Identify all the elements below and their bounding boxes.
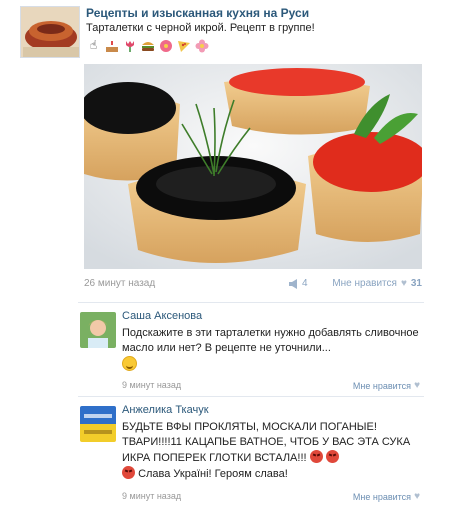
comment-author-link[interactable]: Анжелика Ткачук — [122, 404, 209, 416]
comment: Анжелика Ткачук БУДЬТЕ ВФЫ ПРОКЛЯТЫ, МОС… — [78, 398, 424, 510]
angry-face-icon — [309, 450, 323, 463]
post-footer: 26 минут назад 4 Мне нравится ♥ 31 — [84, 276, 422, 292]
comment-text: БУДЬТЕ ВФЫ ПРОКЛЯТЫ, МОСКАЛИ ПОГАНЫЕ! ТВ… — [122, 420, 422, 482]
tulip-icon — [122, 38, 137, 53]
comment-like-label: Мне нравится — [352, 491, 412, 502]
post-author-link[interactable]: Рецепты и изысканная кухня на Руси — [86, 6, 309, 20]
comment-body: БУДЬТЕ ВФЫ ПРОКЛЯТЫ, МОСКАЛИ ПОГАНЫЕ! ТВ… — [122, 421, 411, 464]
post-emoji-row: ☝ — [86, 38, 209, 53]
comment-like-button[interactable]: Мне нравится ♥ — [353, 380, 420, 391]
avatar[interactable] — [80, 406, 116, 442]
comment-like-button[interactable]: Мне нравится ♥ — [353, 491, 420, 502]
heart-icon: ♥ — [414, 491, 420, 502]
comment-time[interactable]: 9 минут назад — [122, 380, 181, 390]
post-photo[interactable] — [84, 64, 422, 269]
comment-author-link[interactable]: Саша Аксенова — [122, 310, 202, 322]
wall-post: Рецепты и изысканная кухня на Руси Тарта… — [0, 0, 464, 302]
angry-face-icon — [325, 450, 339, 463]
like-button[interactable]: Мне нравится ♥ 31 — [332, 278, 422, 289]
group-avatar[interactable] — [20, 6, 80, 58]
comment-body: Подскажите в эти тарталетки нужно добавл… — [122, 327, 419, 354]
comment: Саша Аксенова Подскажите в эти тарталетк… — [78, 304, 424, 396]
flower-icon — [158, 38, 173, 53]
pizza-icon — [176, 38, 191, 53]
comment-like-label: Мне нравится — [352, 380, 412, 391]
repost-count: 4 — [302, 278, 308, 289]
divider — [78, 302, 424, 303]
angry-face-icon — [122, 466, 135, 479]
repost-button[interactable]: 4 — [288, 278, 308, 289]
megaphone-icon — [289, 278, 297, 289]
divider — [78, 396, 424, 397]
cake-icon — [104, 38, 119, 53]
post-time[interactable]: 26 минут назад — [84, 278, 155, 289]
heart-icon: ♥ — [414, 380, 420, 391]
avatar[interactable] — [80, 312, 116, 348]
post-text: Тарталетки с черной икрой. Рецепт в груп… — [86, 22, 315, 34]
like-count: 31 — [410, 278, 422, 289]
burger-icon — [140, 38, 155, 53]
smile-icon — [122, 356, 137, 371]
comment-body-slogan: Слава Україні! Героям слава! — [138, 468, 288, 480]
blossom-icon — [194, 38, 209, 53]
like-label: Мне нравится — [332, 278, 397, 289]
comment-text: Подскажите в эти тарталетки нужно добавл… — [122, 326, 422, 376]
hand-point-icon: ☝ — [89, 38, 98, 52]
heart-icon: ♥ — [400, 278, 407, 289]
comment-time[interactable]: 9 минут назад — [122, 491, 181, 501]
